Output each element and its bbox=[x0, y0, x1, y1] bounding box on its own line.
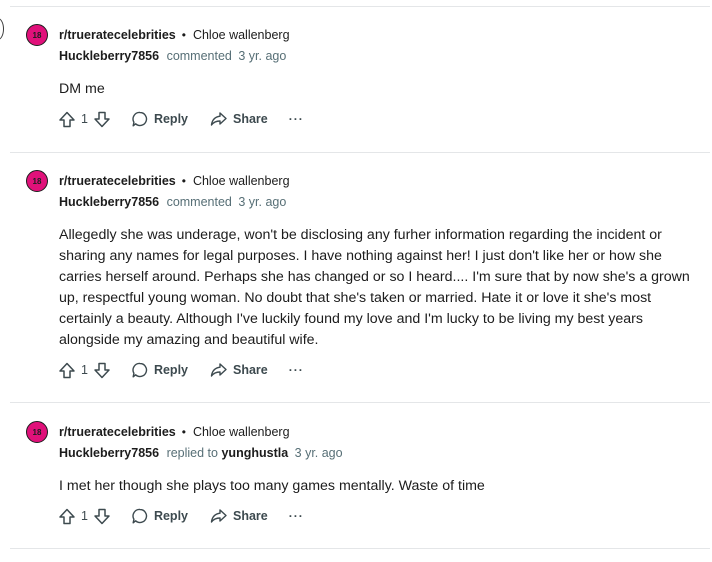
subreddit-link[interactable]: r/trueratecelebrities bbox=[59, 28, 176, 42]
more-options-icon[interactable]: ··· bbox=[289, 509, 304, 523]
share-arrow-icon bbox=[210, 111, 227, 127]
separator-dot: • bbox=[181, 28, 186, 42]
nsfw-18-badge-icon: 18 bbox=[26, 24, 48, 46]
reply-button[interactable]: Reply bbox=[132, 111, 188, 127]
nsfw-18-badge-icon: 18 bbox=[26, 421, 48, 443]
post-author-link[interactable]: Chloe wallenberg bbox=[193, 425, 290, 439]
vote-count: 1 bbox=[81, 509, 88, 523]
more-options-icon[interactable]: ··· bbox=[289, 112, 304, 126]
post-author-link[interactable]: Chloe wallenberg bbox=[193, 174, 290, 188]
comment-action-text: commented bbox=[166, 49, 232, 63]
comment-bubble-icon bbox=[132, 508, 148, 524]
share-button[interactable]: Share bbox=[210, 508, 268, 524]
share-label: Share bbox=[233, 112, 268, 126]
comment-divider bbox=[10, 152, 710, 153]
comment-header: 18 r/trueratecelebrities • Chloe wallenb… bbox=[26, 169, 290, 193]
subreddit-link[interactable]: r/trueratecelebrities bbox=[59, 425, 176, 439]
comment-author-link[interactable]: Huckleberry7856 bbox=[59, 49, 159, 63]
comment-body: DM me bbox=[59, 81, 105, 97]
downvote-icon[interactable] bbox=[94, 111, 110, 128]
reply-button[interactable]: Reply bbox=[132, 362, 188, 378]
comment-card[interactable]: 18 r/trueratecelebrities • Chloe wallenb… bbox=[0, 420, 712, 548]
vote-count: 1 bbox=[81, 112, 88, 126]
upvote-icon[interactable] bbox=[59, 362, 75, 379]
subreddit-link[interactable]: r/trueratecelebrities bbox=[59, 174, 176, 188]
comment-timestamp[interactable]: 3 yr. ago bbox=[238, 195, 286, 209]
top-divider bbox=[10, 6, 710, 7]
reply-label: Reply bbox=[153, 509, 188, 523]
share-arrow-icon bbox=[210, 508, 227, 524]
comment-meta: Huckleberry7856 replied to yunghustla 3 … bbox=[59, 444, 343, 462]
share-button[interactable]: Share bbox=[210, 111, 268, 127]
comment-author-link[interactable]: Huckleberry7856 bbox=[59, 446, 159, 460]
downvote-icon[interactable] bbox=[94, 362, 110, 379]
comment-header: 18 r/trueratecelebrities • Chloe wallenb… bbox=[26, 420, 290, 444]
comment-timestamp[interactable]: 3 yr. ago bbox=[238, 49, 286, 63]
reply-button[interactable]: Reply bbox=[132, 508, 188, 524]
reply-label: Reply bbox=[153, 363, 188, 377]
comment-divider bbox=[10, 548, 710, 549]
comment-bubble-icon bbox=[132, 362, 148, 378]
nsfw-18-badge-icon: 18 bbox=[26, 170, 48, 192]
share-label: Share bbox=[233, 363, 268, 377]
separator-dot: • bbox=[181, 425, 186, 439]
reply-target-link[interactable]: yunghustla bbox=[221, 446, 288, 460]
comment-divider bbox=[10, 402, 710, 403]
comment-bubble-icon bbox=[132, 111, 148, 127]
comment-header: 18 r/trueratecelebrities • Chloe wallenb… bbox=[26, 23, 290, 47]
comment-body: Allegedly she was underage, won't be dis… bbox=[59, 227, 690, 348]
comment-actions: 1 Reply Share ··· bbox=[59, 109, 304, 129]
more-options-icon[interactable]: ··· bbox=[289, 363, 304, 377]
comment-meta: Huckleberry7856 commented 3 yr. ago bbox=[59, 193, 286, 211]
upvote-icon[interactable] bbox=[59, 111, 75, 128]
comment-actions: 1 Reply Share ··· bbox=[59, 360, 304, 380]
reply-label: Reply bbox=[153, 112, 188, 126]
comment-timestamp[interactable]: 3 yr. ago bbox=[295, 446, 343, 460]
comment-author-link[interactable]: Huckleberry7856 bbox=[59, 195, 159, 209]
comment-card[interactable]: 18 r/trueratecelebrities • Chloe wallenb… bbox=[0, 169, 712, 402]
downvote-icon[interactable] bbox=[94, 508, 110, 525]
comment-actions: 1 Reply Share ··· bbox=[59, 506, 304, 526]
vote-count: 1 bbox=[81, 363, 88, 377]
separator-dot: • bbox=[181, 174, 186, 188]
comment-meta: Huckleberry7856 commented 3 yr. ago bbox=[59, 47, 286, 65]
comment-action-text: commented bbox=[166, 195, 232, 209]
share-button[interactable]: Share bbox=[210, 362, 268, 378]
post-author-link[interactable]: Chloe wallenberg bbox=[193, 28, 290, 42]
upvote-icon[interactable] bbox=[59, 508, 75, 525]
share-label: Share bbox=[233, 509, 268, 523]
comment-action-text: replied to bbox=[166, 446, 218, 460]
comment-card[interactable]: 18 r/trueratecelebrities • Chloe wallenb… bbox=[0, 23, 712, 152]
comment-body: I met her though she plays too many game… bbox=[59, 478, 485, 494]
share-arrow-icon bbox=[210, 362, 227, 378]
